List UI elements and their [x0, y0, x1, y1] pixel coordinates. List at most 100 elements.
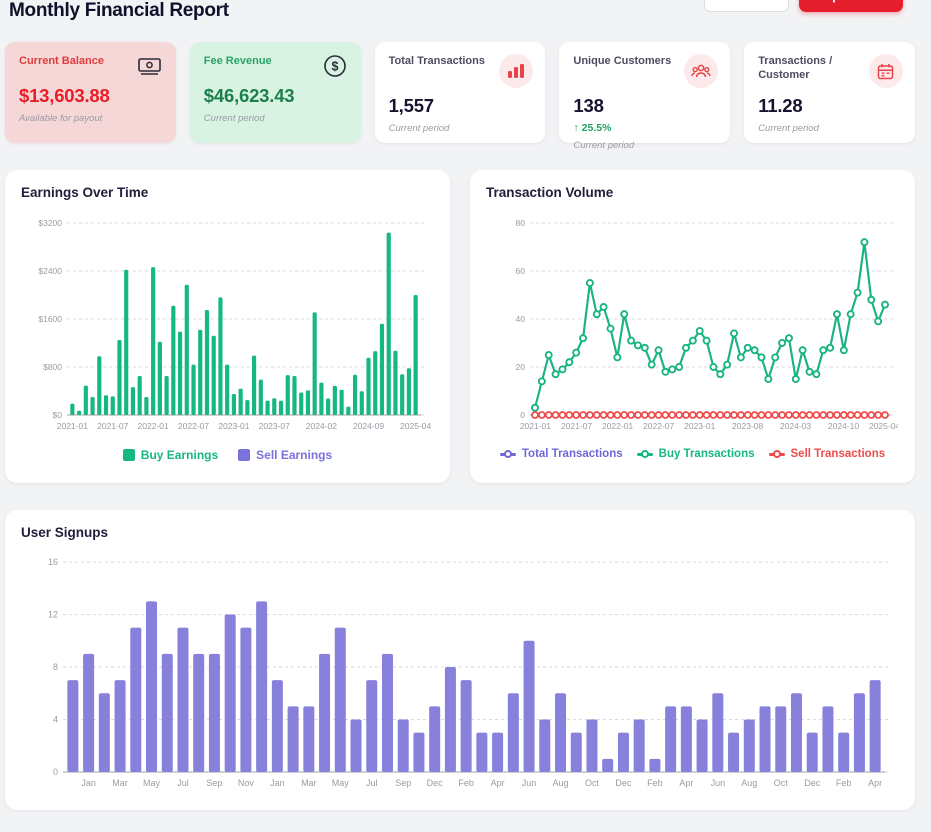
svg-text:Apr: Apr	[868, 778, 882, 788]
legend-label: Buy Transactions	[659, 448, 755, 460]
chart-title: Earnings Over Time	[21, 185, 434, 200]
transaction-volume-line-chart[interactable]: 8060402002021-012021-072022-012022-07202…	[486, 210, 898, 440]
svg-text:20: 20	[516, 362, 526, 372]
earnings-bar-chart[interactable]: $3200$2400$1600$800$02021-012021-072022-…	[21, 210, 433, 440]
svg-text:16: 16	[48, 557, 58, 567]
svg-text:Aug: Aug	[741, 778, 757, 788]
stat-value: $13,603.88	[19, 85, 164, 107]
legend-label: Sell Transactions	[791, 448, 886, 460]
stat-subtitle: Current period	[758, 123, 903, 134]
svg-text:2024-09: 2024-09	[353, 421, 384, 431]
stat-title: Current Balance	[19, 54, 104, 68]
transactions-per-customer-card: Transactions / Customer 11.28 Current pe…	[744, 42, 915, 143]
svg-text:Aug: Aug	[553, 778, 569, 788]
svg-text:2021-01: 2021-01	[57, 421, 88, 431]
bar-chart-icon	[499, 54, 533, 88]
svg-text:2022-07: 2022-07	[178, 421, 209, 431]
legend-item-total-transactions[interactable]: Total Transactions	[500, 448, 623, 460]
svg-text:Feb: Feb	[836, 778, 852, 788]
dashboard-page: Monthly Financial Report Refresh Export …	[0, 0, 931, 832]
svg-text:Sep: Sep	[395, 778, 411, 788]
stat-value: $46,623.43	[204, 85, 349, 107]
svg-text:Jun: Jun	[522, 778, 537, 788]
stat-value: 1,557	[389, 95, 534, 117]
svg-text:2024-02: 2024-02	[306, 421, 337, 431]
stat-title: Transactions / Customer	[758, 54, 868, 83]
svg-text:2022-07: 2022-07	[643, 421, 674, 431]
svg-text:0: 0	[520, 410, 525, 420]
banknote-icon	[136, 54, 164, 78]
svg-text:Apr: Apr	[491, 778, 505, 788]
svg-text:Mar: Mar	[112, 778, 128, 788]
legend-item-sell-transactions[interactable]: Sell Transactions	[769, 448, 886, 460]
legend-line-dot-marker	[637, 449, 653, 459]
svg-text:2022-01: 2022-01	[138, 421, 169, 431]
svg-text:Jul: Jul	[366, 778, 378, 788]
transaction-volume-card: Transaction Volume 8060402002021-012021-…	[470, 170, 915, 483]
stat-title: Total Transactions	[389, 54, 485, 68]
charts-row: Earnings Over Time $3200$2400$1600$800$0…	[5, 170, 915, 483]
svg-text:Dec: Dec	[615, 778, 632, 788]
svg-text:Apr: Apr	[679, 778, 693, 788]
svg-text:Dec: Dec	[427, 778, 444, 788]
svg-text:2022-01: 2022-01	[602, 421, 633, 431]
legend-item-buy-transactions[interactable]: Buy Transactions	[637, 448, 755, 460]
svg-text:4: 4	[53, 715, 58, 725]
legend-item-buy-earnings[interactable]: Buy Earnings	[123, 448, 218, 462]
svg-text:2025-04: 2025-04	[400, 421, 431, 431]
svg-text:Oct: Oct	[585, 778, 600, 788]
svg-text:Jun: Jun	[711, 778, 726, 788]
svg-text:$3200: $3200	[38, 218, 62, 228]
legend-swatch	[123, 449, 135, 461]
svg-text:2021-07: 2021-07	[561, 421, 592, 431]
chart-title: User Signups	[21, 525, 899, 540]
legend-item-sell-earnings[interactable]: Sell Earnings	[238, 448, 332, 462]
stat-delta-value: 25.5%	[582, 122, 612, 134]
svg-text:May: May	[332, 778, 350, 788]
user-signups-card: User Signups 16 12 8 4 0 Jan Mar May Jul Sep Nov Ja…	[5, 510, 915, 810]
stat-cards-row: Current Balance $13,603.88 Available for…	[5, 42, 915, 143]
user-signups-bar-chart[interactable]: 16 12 8 4 0 Jan Mar May Jul Sep Nov Jan Mar May Jul Sep…	[21, 550, 899, 798]
svg-text:2023-01: 2023-01	[218, 421, 249, 431]
svg-text:40: 40	[516, 314, 526, 324]
stat-title: Fee Revenue	[204, 54, 272, 68]
stat-value: 11.28	[758, 95, 903, 117]
svg-text:Dec: Dec	[804, 778, 821, 788]
refresh-button[interactable]: Refresh	[704, 0, 789, 12]
svg-text:8: 8	[53, 662, 58, 672]
legend-swatch	[238, 449, 250, 461]
svg-text:Jan: Jan	[81, 778, 96, 788]
earnings-legend: Buy Earnings Sell Earnings	[21, 448, 434, 462]
toolbar: Refresh Export PDF	[704, 0, 903, 12]
current-balance-card: Current Balance $13,603.88 Available for…	[5, 42, 176, 143]
svg-text:Nov: Nov	[238, 778, 255, 788]
svg-text:0: 0	[53, 767, 58, 777]
dollar-circle-icon: $	[321, 54, 349, 78]
svg-text:2023-01: 2023-01	[684, 421, 715, 431]
svg-text:$800: $800	[43, 362, 62, 372]
svg-text:$0: $0	[53, 410, 63, 420]
stat-title: Unique Customers	[573, 54, 671, 68]
up-arrow-icon: ↑	[573, 122, 578, 134]
svg-text:Jan: Jan	[270, 778, 285, 788]
svg-text:Sep: Sep	[206, 778, 222, 788]
svg-text:Mar: Mar	[301, 778, 317, 788]
legend-line-dot-marker	[769, 449, 785, 459]
legend-label: Buy Earnings	[141, 448, 218, 462]
calendar-icon	[869, 54, 903, 88]
fee-revenue-card: Fee Revenue $ $46,623.43 Current period	[190, 42, 361, 143]
volume-legend: Total Transactions Buy Transactions Sell…	[486, 448, 899, 460]
legend-line-dot-marker	[500, 449, 516, 459]
total-transactions-card: Total Transactions 1,557 Current period	[375, 42, 546, 143]
svg-text:Feb: Feb	[458, 778, 474, 788]
export-pdf-button[interactable]: Export PDF	[799, 0, 903, 12]
svg-text:12: 12	[48, 610, 58, 620]
unique-customers-card: Unique Customers 138 ↑ 25.5% Current per…	[559, 42, 730, 143]
svg-text:Feb: Feb	[647, 778, 663, 788]
svg-text:2024-10: 2024-10	[828, 421, 859, 431]
svg-text:May: May	[143, 778, 161, 788]
svg-text:Oct: Oct	[774, 778, 789, 788]
stat-subtitle: Available for payout	[19, 113, 164, 124]
stat-value: 138	[573, 95, 718, 117]
svg-text:Jul: Jul	[177, 778, 189, 788]
